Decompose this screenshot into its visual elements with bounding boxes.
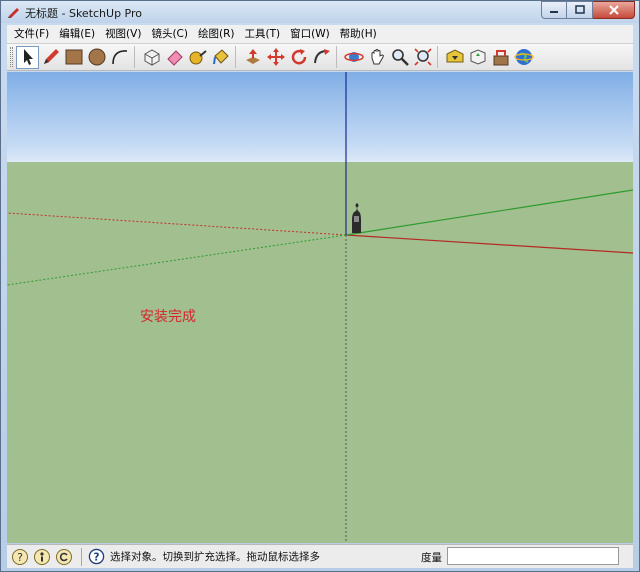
share-model-button[interactable]: [466, 46, 489, 69]
maximize-button[interactable]: [567, 1, 593, 19]
close-icon: [608, 5, 619, 15]
menu-edit[interactable]: 编辑(E): [54, 25, 100, 43]
3d-warehouse-icon: [446, 49, 463, 63]
menu-camera[interactable]: 镜头(C): [146, 25, 193, 43]
menu-bar: 文件(F) 编辑(E) 视图(V) 镜头(C) 绘图(R) 工具(T) 窗口(W…: [7, 25, 633, 43]
zoom-icon: [391, 49, 409, 66]
orbit-tool-button[interactable]: [342, 46, 365, 69]
red-axis-negative: [7, 212, 347, 236]
user-icon: [56, 548, 72, 565]
zoom-tool-button[interactable]: [388, 46, 411, 69]
select-icon: [23, 49, 33, 65]
svg-text:?: ?: [93, 551, 99, 563]
status-bar: ? ? 选择对象。切换到扩充选择。拖动鼠标选择多 度量: [7, 544, 633, 568]
close-button[interactable]: [593, 1, 635, 19]
menu-view[interactable]: 视图(V): [100, 25, 146, 43]
app-window: 无标题 - SketchUp Pro 文件(F) 编辑(E) 视图(V) 镜头(…: [0, 0, 640, 572]
person-figure: [352, 203, 361, 233]
tape-measure-tool-button[interactable]: [186, 46, 209, 69]
zoom-extents-tool-button[interactable]: [411, 46, 434, 69]
window-title: 无标题 - SketchUp Pro: [25, 7, 143, 20]
menu-tools[interactable]: 工具(T): [239, 25, 285, 43]
move-tool-button[interactable]: [264, 46, 287, 69]
pan-tool-button[interactable]: [365, 46, 388, 69]
menu-help[interactable]: 帮助(H): [335, 25, 382, 43]
toolbar-grip[interactable]: [10, 47, 13, 67]
arc-icon: [111, 50, 127, 65]
select-tool-button[interactable]: [16, 45, 39, 69]
credits-icon: [34, 548, 50, 565]
install-complete-message: 安装完成: [140, 309, 196, 325]
menu-window[interactable]: 窗口(W): [285, 25, 335, 43]
pan-icon: [371, 49, 384, 65]
paint-bucket-tool-button[interactable]: [209, 46, 232, 69]
minimize-button[interactable]: [541, 1, 567, 19]
model-viewport[interactable]: 安装完成: [7, 72, 633, 543]
sign-in-button[interactable]: [55, 548, 73, 566]
follow-me-icon: [313, 49, 330, 64]
help-icon[interactable]: ?: [88, 548, 105, 565]
credits-button[interactable]: [33, 548, 51, 566]
extension-warehouse-button[interactable]: [489, 46, 512, 69]
geo-location-button[interactable]: ?: [11, 548, 29, 566]
menu-file[interactable]: 文件(F): [9, 25, 54, 43]
pencil-tool-button[interactable]: [39, 46, 62, 69]
push-pull-tool-button[interactable]: [241, 46, 264, 69]
window-controls: [541, 1, 635, 19]
main-toolbar: [7, 43, 633, 71]
minimize-icon: [550, 11, 558, 13]
google-earth-icon: [513, 49, 534, 65]
status-hint: 选择对象。切换到扩充选择。拖动鼠标选择多: [110, 551, 320, 563]
svg-text:?: ?: [17, 551, 23, 564]
circle-tool-button[interactable]: [85, 46, 108, 69]
rotate-icon: [291, 49, 306, 65]
rotate-tool-button[interactable]: [287, 46, 310, 69]
orbit-icon: [343, 52, 364, 62]
tape-measure-icon: [189, 50, 207, 65]
status-divider: [81, 547, 82, 566]
title-bar[interactable]: 无标题 - SketchUp Pro: [1, 1, 639, 23]
sketchup-logo-icon: [8, 8, 19, 18]
arc-tool-button[interactable]: [108, 46, 131, 69]
zoom-extents-icon: [413, 48, 432, 66]
measurements-label: 度量: [421, 552, 442, 564]
green-axis-positive: [345, 189, 633, 236]
rectangle-tool-button[interactable]: [62, 46, 85, 69]
rectangle-icon: [65, 49, 82, 65]
maximize-icon: [574, 5, 585, 14]
circle-icon: [88, 48, 105, 66]
eraser-icon: [166, 50, 183, 66]
paint-bucket-icon: [212, 49, 229, 65]
move-icon: [266, 48, 285, 66]
geo-location-icon: ?: [12, 548, 28, 565]
eraser-tool-button[interactable]: [163, 46, 186, 69]
green-axis-negative: [7, 234, 347, 286]
make-component-icon: [144, 49, 159, 66]
follow-me-tool-button[interactable]: [310, 46, 333, 69]
extension-warehouse-icon: [493, 50, 508, 66]
push-pull-icon: [245, 49, 260, 64]
pencil-icon: [43, 49, 59, 64]
share-model-icon: [470, 49, 485, 65]
axes-layer: [7, 72, 633, 543]
measurements-input[interactable]: [447, 547, 619, 565]
make-component-button[interactable]: [140, 46, 163, 69]
3d-warehouse-button[interactable]: [443, 46, 466, 69]
google-earth-button[interactable]: [512, 46, 535, 69]
menu-draw[interactable]: 绘图(R): [193, 25, 240, 43]
red-axis-positive: [345, 234, 633, 254]
